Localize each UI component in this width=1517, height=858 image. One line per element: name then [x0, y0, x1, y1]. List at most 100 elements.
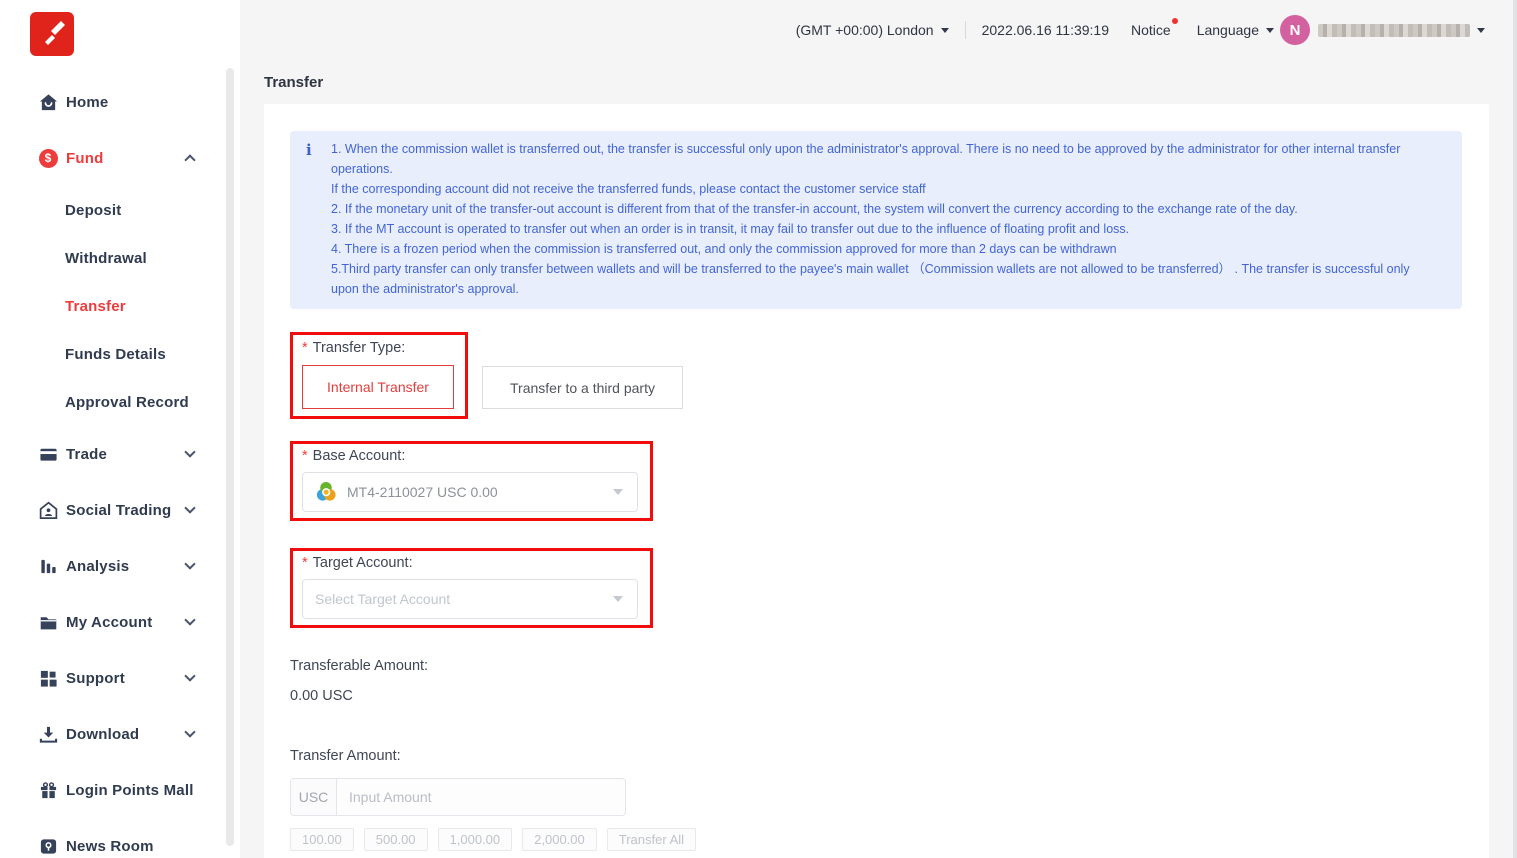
brand-logo-icon	[37, 19, 67, 49]
chevron-down-icon	[613, 596, 623, 602]
info-line: 3. If the MT account is operated to tran…	[331, 219, 1440, 239]
chevron-down-icon	[184, 726, 195, 737]
analysis-icon	[38, 556, 58, 576]
sidebar-item-fund[interactable]: $ Fund	[0, 130, 240, 186]
sidebar-item-approval-record[interactable]: Approval Record	[0, 378, 240, 426]
news-room-icon	[38, 836, 58, 856]
brand-logo[interactable]	[30, 12, 74, 56]
transfer-amount-label: Transfer Amount:	[290, 748, 1462, 764]
sidebar-item-funds-details[interactable]: Funds Details	[0, 330, 240, 378]
info-box: i 1. When the commission wallet is trans…	[290, 131, 1462, 309]
sidebar-item-label: Support	[66, 670, 125, 687]
amount-input[interactable]	[337, 779, 625, 815]
chevron-down-icon	[184, 670, 195, 681]
sidebar-item-social-trading[interactable]: Social Trading	[0, 482, 240, 538]
third-party-transfer-button[interactable]: Transfer to a third party	[482, 366, 683, 409]
annotation-box-base-account: * Base Account: MT4-2110027 USC 0.00	[290, 441, 653, 521]
required-asterisk: *	[302, 340, 308, 356]
chevron-down-icon	[184, 614, 195, 625]
sidebar-item-deposit[interactable]: Deposit	[0, 186, 240, 234]
target-account-label: * Target Account:	[302, 555, 638, 571]
language-label: Language	[1197, 22, 1259, 38]
topbar-divider	[965, 21, 966, 39]
user-name-redacted	[1318, 24, 1470, 37]
sidebar-item-analysis[interactable]: Analysis	[0, 538, 240, 594]
required-asterisk: *	[302, 448, 308, 464]
main-area: (GMT +00:00) London 2022.06.16 11:39:19 …	[240, 0, 1517, 858]
info-icon: i	[306, 143, 312, 157]
sidebar-item-label: Fund	[66, 150, 103, 167]
quick-amount-button[interactable]: 100.00	[290, 828, 354, 851]
quick-amount-button[interactable]: 500.00	[364, 828, 428, 851]
target-account-select[interactable]: Select Target Account	[302, 579, 638, 619]
info-line: 1. When the commission wallet is transfe…	[331, 139, 1440, 199]
chevron-down-icon	[1266, 28, 1274, 33]
sidebar-item-news-room[interactable]: News Room	[0, 818, 240, 858]
datetime-display: 2022.06.16 11:39:19	[982, 22, 1109, 38]
trade-icon	[38, 444, 58, 464]
base-account-select[interactable]: MT4-2110027 USC 0.00	[302, 472, 638, 512]
transfer-all-button[interactable]: Transfer All	[607, 828, 696, 851]
avatar: N	[1280, 15, 1310, 45]
info-line: 5.Third party transfer can only transfer…	[331, 259, 1440, 299]
quick-amount-button[interactable]: 2,000.00	[522, 828, 597, 851]
chevron-down-icon	[1477, 28, 1485, 33]
sidebar-item-label: Analysis	[66, 558, 129, 575]
notice-label: Notice	[1131, 22, 1171, 38]
home-icon	[38, 92, 58, 112]
download-icon	[38, 724, 58, 744]
sidebar-item-label: Trade	[66, 446, 107, 463]
topbar: (GMT +00:00) London 2022.06.16 11:39:19 …	[240, 0, 1517, 60]
sidebar-item-trade[interactable]: Trade	[0, 426, 240, 482]
annotation-box-transfer-type: * Transfer Type: Internal Transfer	[290, 332, 468, 419]
sidebar-item-login-points-mall[interactable]: Login Points Mall	[0, 762, 240, 818]
user-menu[interactable]: N	[1280, 15, 1485, 45]
sidebar-item-label: Deposit	[65, 202, 121, 219]
sidebar-item-label: Social Trading	[66, 502, 171, 519]
sidebar-item-transfer[interactable]: Transfer	[0, 282, 240, 330]
page-scrollbar[interactable]	[1513, 0, 1517, 858]
sidebar-scrollbar[interactable]	[226, 68, 234, 846]
transfer-amount-input-group: USC	[290, 778, 626, 816]
notice-link[interactable]: Notice	[1131, 22, 1171, 38]
transfer-type-row: * Transfer Type: Internal Transfer Trans…	[290, 332, 1462, 419]
mt4-logo-icon	[315, 481, 337, 503]
transferable-amount-value: 0.00 USC	[290, 688, 1462, 704]
support-icon	[38, 668, 58, 688]
info-line: 4. There is a frozen period when the com…	[331, 239, 1440, 259]
social-trading-icon	[38, 500, 58, 520]
base-account-value: MT4-2110027 USC 0.00	[347, 484, 498, 500]
sidebar-item-label: News Room	[66, 838, 154, 855]
sidebar-item-withdrawal[interactable]: Withdrawal	[0, 234, 240, 282]
currency-prefix: USC	[291, 779, 337, 815]
sidebar-item-home[interactable]: Home	[0, 74, 240, 130]
chevron-down-icon	[613, 489, 623, 495]
info-line: 2. If the monetary unit of the transfer-…	[331, 199, 1440, 219]
transferable-amount-label: Transferable Amount:	[290, 658, 1462, 674]
sidebar: Home $ Fund Deposit Withdrawal Transfer …	[0, 0, 240, 858]
chevron-down-icon	[184, 558, 195, 569]
sidebar-item-label: Funds Details	[65, 346, 166, 363]
sidebar-item-label: Transfer	[65, 298, 126, 315]
required-asterisk: *	[302, 555, 308, 571]
language-selector[interactable]: Language	[1197, 22, 1274, 38]
sidebar-item-label: Approval Record	[65, 394, 189, 411]
sidebar-item-my-account[interactable]: My Account	[0, 594, 240, 650]
target-account-placeholder: Select Target Account	[315, 591, 450, 607]
annotation-box-target-account: * Target Account: Select Target Account	[290, 548, 653, 628]
page-title: Transfer	[264, 74, 1517, 91]
sidebar-item-label: My Account	[66, 614, 152, 631]
notification-dot	[1172, 18, 1178, 24]
timezone-selector[interactable]: (GMT +00:00) London	[796, 22, 949, 38]
sidebar-nav: Home $ Fund Deposit Withdrawal Transfer …	[0, 74, 240, 858]
quick-amount-button[interactable]: 1,000.00	[438, 828, 513, 851]
sidebar-item-label: Download	[66, 726, 139, 743]
internal-transfer-button[interactable]: Internal Transfer	[302, 365, 454, 409]
timezone-label: (GMT +00:00) London	[796, 22, 934, 38]
sidebar-item-label: Login Points Mall	[66, 782, 194, 799]
fund-icon: $	[38, 148, 58, 168]
sidebar-item-support[interactable]: Support	[0, 650, 240, 706]
chevron-down-icon	[941, 28, 949, 33]
sidebar-item-download[interactable]: Download	[0, 706, 240, 762]
chevron-down-icon	[184, 446, 195, 457]
